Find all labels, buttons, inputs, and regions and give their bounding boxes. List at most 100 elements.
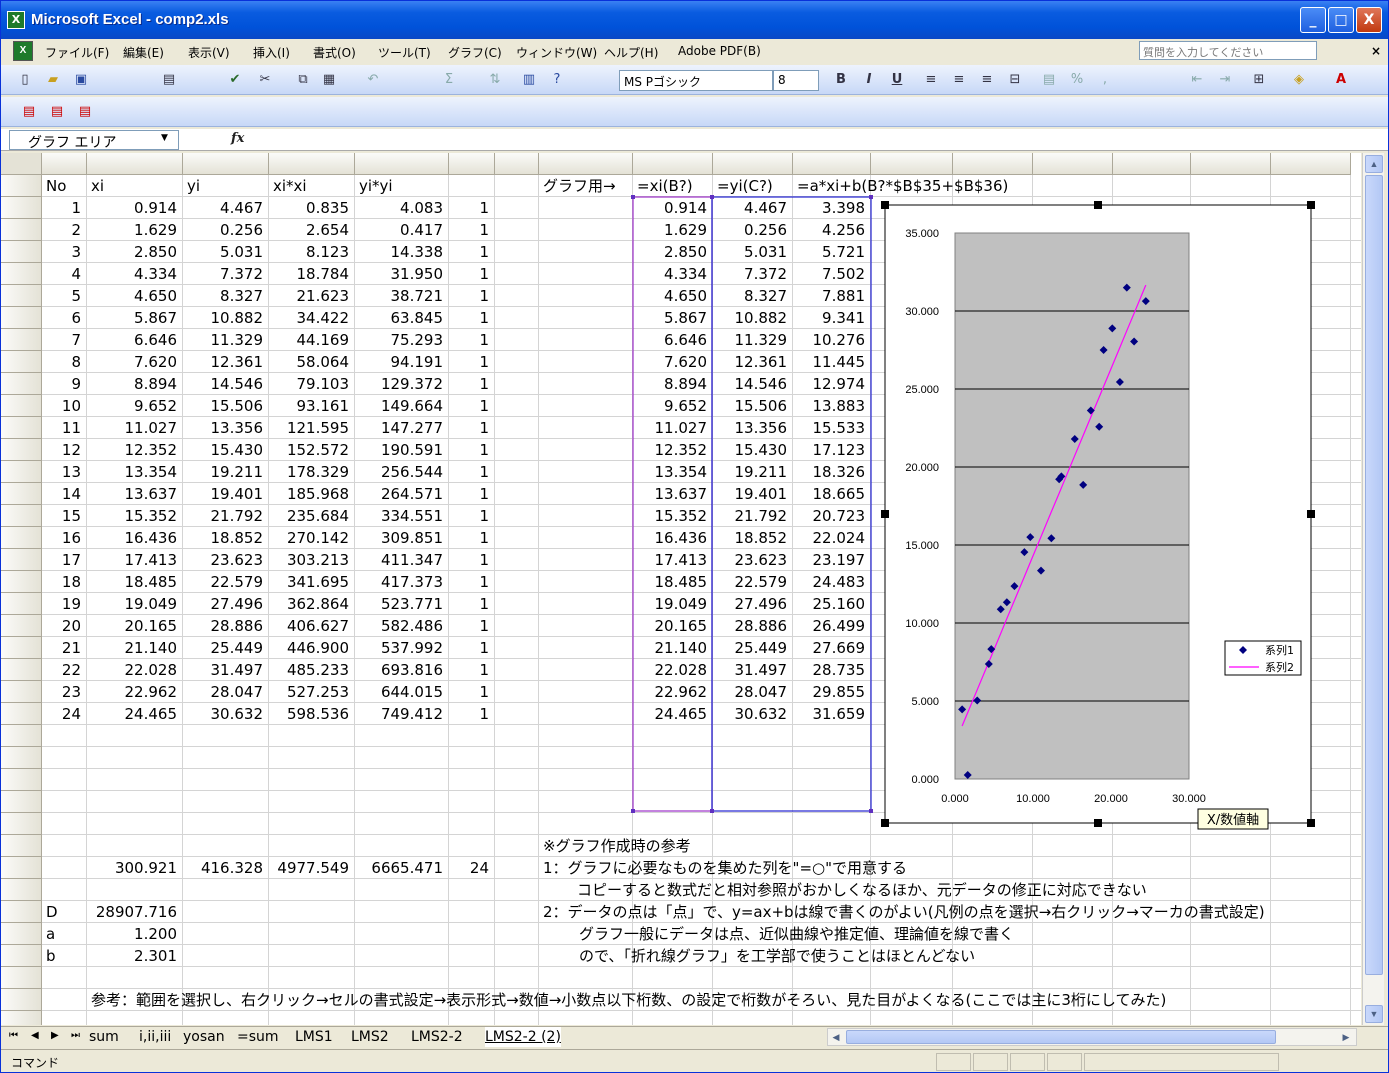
cell-F17[interactable]: 1	[449, 527, 495, 549]
cell-I1[interactable]: =xi(B?)	[633, 175, 723, 197]
sheet-tab-5[interactable]: LMS2	[351, 1027, 389, 1047]
undo-icon[interactable]: ↶	[363, 70, 383, 90]
help-icon[interactable]: ?	[547, 70, 567, 90]
cell-F22[interactable]: 1	[449, 637, 495, 659]
column-header-A[interactable]	[42, 153, 87, 175]
print-icon[interactable]: ▤	[159, 70, 179, 90]
cell-F14[interactable]: 1	[449, 461, 495, 483]
row-header-29[interactable]	[1, 791, 42, 813]
cell-D1[interactable]: xi*xi	[269, 175, 355, 197]
cell-F19[interactable]: 1	[449, 571, 495, 593]
cell-A18[interactable]: 17	[42, 549, 87, 571]
cell-B35[interactable]: 1.200	[87, 923, 183, 945]
name-box[interactable]: グラフ エリア	[9, 130, 179, 151]
cell-E8[interactable]: 75.293	[355, 329, 449, 351]
sheet-tab-0[interactable]: sum	[89, 1027, 119, 1047]
cell-B7[interactable]: 5.867	[87, 307, 183, 329]
row-header-26[interactable]	[1, 725, 42, 747]
select-all-corner[interactable]	[1, 153, 42, 175]
cell-F12[interactable]: 1	[449, 417, 495, 439]
series-1-point[interactable]	[1010, 582, 1019, 591]
cell-I6[interactable]: 4.650	[633, 285, 713, 307]
row-header-22[interactable]	[1, 637, 42, 659]
row-header-11[interactable]	[1, 395, 42, 417]
series-1-point[interactable]	[963, 771, 972, 780]
series-1-point[interactable]	[1141, 297, 1150, 306]
cell-E20[interactable]: 523.771	[355, 593, 449, 615]
cell-H31[interactable]: ※グラフ作成時の参考	[539, 835, 939, 857]
cell-A1[interactable]: No	[42, 175, 87, 197]
row-header-31[interactable]	[1, 835, 42, 857]
cell-H1[interactable]: グラフ用→	[539, 175, 633, 197]
minimize-button[interactable]: _	[1300, 7, 1326, 33]
cell-J6[interactable]: 8.327	[713, 285, 793, 307]
name-box-dropdown-icon[interactable]: ▼	[161, 133, 168, 143]
cell-A23[interactable]: 22	[42, 659, 87, 681]
column-header-F[interactable]	[449, 153, 495, 175]
cell-D11[interactable]: 93.161	[269, 395, 355, 417]
cell-C32[interactable]: 416.328	[183, 857, 269, 879]
column-header-D[interactable]	[269, 153, 355, 175]
chart-resize-handle[interactable]	[1307, 819, 1315, 827]
cell-C10[interactable]: 14.546	[183, 373, 269, 395]
cell-K22[interactable]: 27.669	[793, 637, 871, 659]
cell-B10[interactable]: 8.894	[87, 373, 183, 395]
cell-D24[interactable]: 527.253	[269, 681, 355, 703]
cell-F20[interactable]: 1	[449, 593, 495, 615]
series-1-point[interactable]	[987, 645, 996, 654]
italic-button[interactable]: I	[859, 70, 879, 90]
cell-D23[interactable]: 485.233	[269, 659, 355, 681]
cell-B17[interactable]: 16.436	[87, 527, 183, 549]
cell-D20[interactable]: 362.864	[269, 593, 355, 615]
cell-J10[interactable]: 14.546	[713, 373, 793, 395]
cell-A8[interactable]: 7	[42, 329, 87, 351]
row-header-30[interactable]	[1, 813, 42, 835]
cell-K6[interactable]: 7.881	[793, 285, 871, 307]
cell-B34[interactable]: 28907.716	[87, 901, 183, 923]
cell-F32[interactable]: 24	[449, 857, 495, 879]
cell-K2[interactable]: 3.398	[793, 197, 871, 219]
cell-C13[interactable]: 15.430	[183, 439, 269, 461]
cell-C20[interactable]: 27.496	[183, 593, 269, 615]
cell-B20[interactable]: 19.049	[87, 593, 183, 615]
font-name-select[interactable]: MS Pゴシック	[619, 70, 773, 91]
cell-J19[interactable]: 22.579	[713, 571, 793, 593]
cell-D25[interactable]: 598.536	[269, 703, 355, 725]
cell-A10[interactable]: 9	[42, 373, 87, 395]
cell-K24[interactable]: 29.855	[793, 681, 871, 703]
cell-K21[interactable]: 26.499	[793, 615, 871, 637]
cell-J14[interactable]: 19.211	[713, 461, 793, 483]
row-header-18[interactable]	[1, 549, 42, 571]
cell-E5[interactable]: 31.950	[355, 263, 449, 285]
row-header-36[interactable]	[1, 945, 42, 967]
chart-resize-handle[interactable]	[881, 510, 889, 518]
cell-C5[interactable]: 7.372	[183, 263, 269, 285]
merge-center-icon[interactable]: ⊟	[1005, 70, 1025, 90]
column-header-B[interactable]	[87, 153, 183, 175]
cell-A36[interactable]: b	[42, 945, 87, 967]
cell-J5[interactable]: 7.372	[713, 263, 793, 285]
chart-resize-handle[interactable]	[1094, 201, 1102, 209]
cell-E21[interactable]: 582.486	[355, 615, 449, 637]
cell-B4[interactable]: 2.850	[87, 241, 183, 263]
cell-E16[interactable]: 334.551	[355, 505, 449, 527]
cell-I9[interactable]: 7.620	[633, 351, 713, 373]
help-question-input[interactable]: 質問を入力してください	[1139, 41, 1317, 60]
cell-F4[interactable]: 1	[449, 241, 495, 263]
cell-A25[interactable]: 24	[42, 703, 87, 725]
cell-F5[interactable]: 1	[449, 263, 495, 285]
cell-D13[interactable]: 152.572	[269, 439, 355, 461]
cell-F3[interactable]: 1	[449, 219, 495, 241]
series-1-point[interactable]	[1095, 422, 1104, 431]
row-header-21[interactable]	[1, 615, 42, 637]
cell-B13[interactable]: 12.352	[87, 439, 183, 461]
cell-F24[interactable]: 1	[449, 681, 495, 703]
cell-F16[interactable]: 1	[449, 505, 495, 527]
column-header-P[interactable]	[1191, 153, 1271, 175]
cell-I18[interactable]: 17.413	[633, 549, 713, 571]
cell-A9[interactable]: 8	[42, 351, 87, 373]
cell-J3[interactable]: 0.256	[713, 219, 793, 241]
series-1-point[interactable]	[996, 605, 1005, 614]
decrease-indent-icon[interactable]: ⇤	[1187, 70, 1207, 90]
cell-E7[interactable]: 63.845	[355, 307, 449, 329]
